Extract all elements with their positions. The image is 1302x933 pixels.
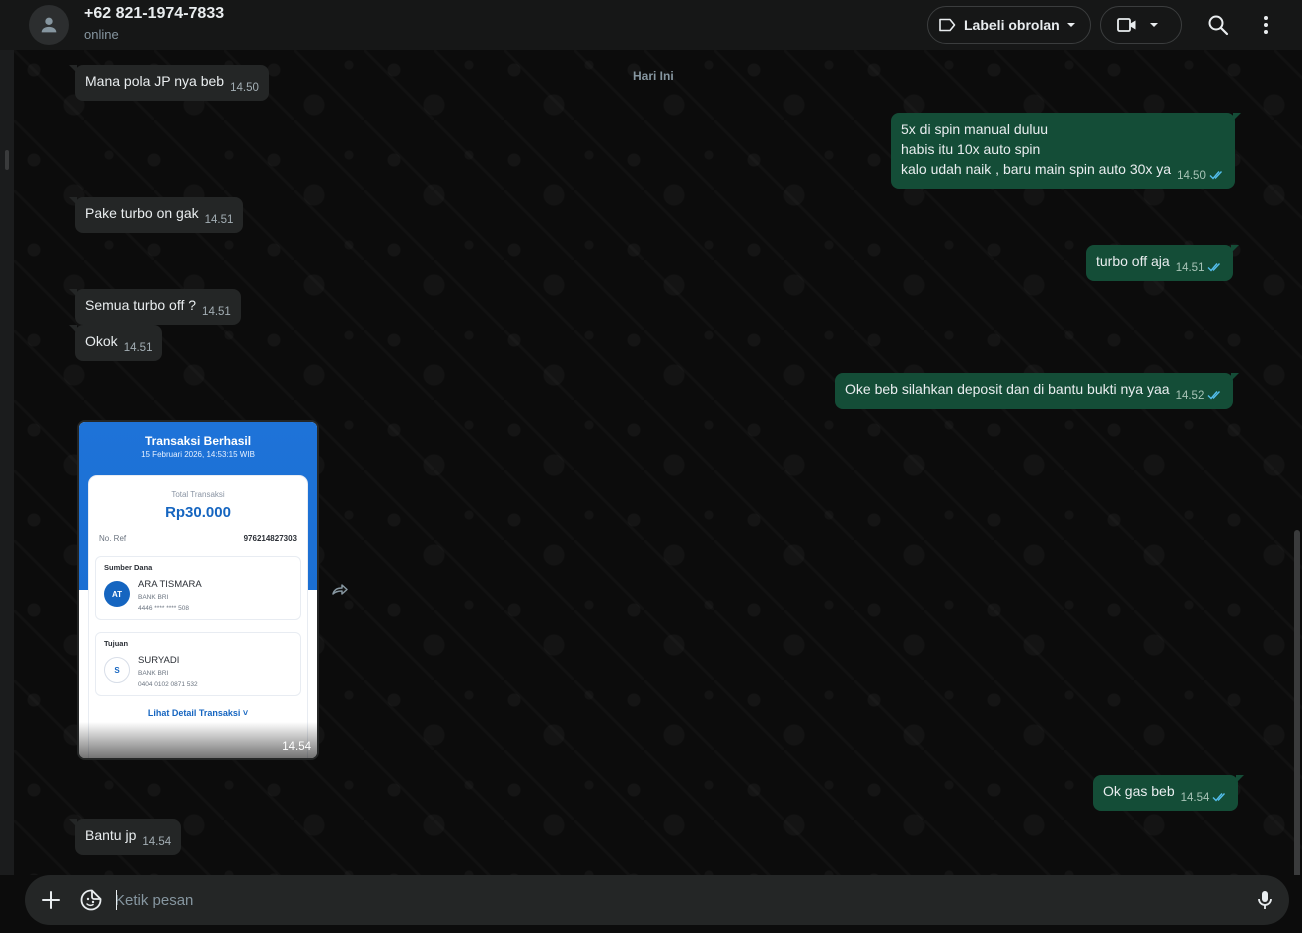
message-time: 14.50 xyxy=(1177,170,1206,182)
message-text: Oke beb silahkan deposit dan di bantu bu… xyxy=(845,381,1170,397)
message-incoming[interactable]: Mana pola JP nya beb 14.50 xyxy=(69,65,269,101)
left-rail xyxy=(0,50,14,933)
destination-account: 0404 0102 0871 532 xyxy=(138,681,198,688)
chevron-down-icon xyxy=(1150,23,1158,27)
plus-icon[interactable] xyxy=(39,888,63,912)
video-call-button[interactable] xyxy=(1100,6,1182,44)
text-caret xyxy=(116,890,117,910)
date-chip: Hari Ini xyxy=(633,69,674,83)
transfer-receipt-image[interactable]: Transaksi Berhasil 15 Februari 2026, 14:… xyxy=(79,422,317,758)
video-camera-icon xyxy=(1117,18,1136,32)
message-time: 14.52 xyxy=(1175,390,1205,402)
destination-heading: Tujuan xyxy=(104,639,129,648)
message-text: kalo udah naik , baru main spin auto 30x… xyxy=(901,161,1172,177)
read-receipt-icon xyxy=(1212,793,1226,802)
read-receipt-icon xyxy=(1207,263,1221,272)
source-heading: Sumber Dana xyxy=(104,563,153,572)
message-composer xyxy=(25,875,1289,925)
contact-status: online xyxy=(84,27,119,42)
message-text: Ok gas beb xyxy=(1103,783,1175,799)
label-chat-text: Labeli obrolan xyxy=(964,17,1060,33)
receipt-ref-label: No. Ref xyxy=(99,534,127,543)
source-bank: BANK BRI xyxy=(138,594,169,601)
rail-scroll-knob[interactable] xyxy=(5,150,9,170)
message-time: 14.51 xyxy=(123,342,153,354)
chat-panel: Hari Ini Mana pola JP nya beb 14.50 5x di… xyxy=(14,50,1302,875)
image-message[interactable]: Transaksi Berhasil 15 Februari 2026, 14:… xyxy=(77,420,319,760)
destination-initials-badge: S xyxy=(104,657,130,683)
receipt-datetime: 15 Februari 2026, 14:53:15 WIB xyxy=(141,450,255,459)
destination-name: SURYADI xyxy=(138,655,180,666)
message-time: 14.51 xyxy=(202,306,231,318)
contact-avatar[interactable] xyxy=(29,5,69,45)
receipt-source: Sumber Dana AT ARA TISMARA BANK BRI 4446… xyxy=(95,556,301,620)
message-text: Semua turbo off ? xyxy=(85,297,197,313)
source-account: 4446 **** **** 508 xyxy=(138,605,189,612)
receipt-detail-link: Lihat Detail Transaksi ˅ xyxy=(147,708,249,718)
search-icon[interactable] xyxy=(1206,13,1230,37)
message-text: Pake turbo on gak xyxy=(85,205,199,221)
more-vertical-icon[interactable] xyxy=(1256,13,1276,37)
message-outgoing[interactable]: turbo off aja 14.51 xyxy=(1086,245,1240,281)
message-time: 14.50 xyxy=(230,82,259,94)
message-incoming[interactable]: Pake turbo on gak 14.51 xyxy=(68,197,244,233)
message-time: 14.51 xyxy=(1175,262,1205,274)
label-tag-icon xyxy=(939,18,956,32)
receipt-ref-value: 976214827303 xyxy=(243,534,297,543)
message-incoming[interactable]: Bantu jp 14.54 xyxy=(68,819,182,855)
chat-scrollbar[interactable] xyxy=(1294,530,1300,875)
destination-bank: BANK BRI xyxy=(138,670,169,677)
contact-name[interactable]: +62 821-1974-7833 xyxy=(84,5,224,23)
receipt-title: Transaksi Berhasil xyxy=(144,434,252,448)
person-icon xyxy=(41,17,57,33)
message-text: Mana pola JP nya beb xyxy=(85,73,225,89)
chevron-down-icon xyxy=(1067,23,1075,27)
source-initials-badge: AT xyxy=(104,581,130,607)
forward-icon[interactable] xyxy=(330,580,350,600)
message-outgoing[interactable]: Oke beb silahkan deposit dan di bantu bu… xyxy=(835,373,1240,409)
message-time: 14.54 xyxy=(142,836,172,848)
message-incoming[interactable]: Okok 14.51 xyxy=(68,325,163,361)
message-text: Okok xyxy=(85,333,118,349)
message-text: Bantu jp xyxy=(85,827,137,843)
receipt-destination: Tujuan S SURYADI BANK BRI 0404 0102 0871… xyxy=(95,632,301,696)
message-text: 5x di spin manual duluu xyxy=(901,121,1049,137)
chat-header: +62 821-1974-7833 online Labeli obrolan xyxy=(0,0,1302,50)
read-receipt-icon xyxy=(1207,391,1221,400)
receipt-total-label: Total Transaksi xyxy=(171,490,225,499)
message-incoming[interactable]: Semua turbo off ? 14.51 xyxy=(69,289,241,325)
message-text: turbo off aja xyxy=(1096,253,1170,269)
receipt-card: Total Transaksi Rp30.000 No. Ref 9762148… xyxy=(89,476,307,758)
message-text: habis itu 10x auto spin xyxy=(901,141,1041,157)
message-time: 14.51 xyxy=(204,214,234,226)
read-receipt-icon xyxy=(1209,171,1222,180)
message-input[interactable] xyxy=(115,887,1215,913)
message-outgoing[interactable]: Ok gas beb 14.54 xyxy=(1093,775,1245,811)
message-time: 14.54 xyxy=(282,741,311,753)
message-time: 14.54 xyxy=(1180,792,1210,804)
source-name: ARA TISMARA xyxy=(138,579,202,590)
receipt-total-value: Rp30.000 xyxy=(165,504,231,521)
sticker-icon[interactable] xyxy=(79,888,103,912)
microphone-icon[interactable] xyxy=(1253,888,1277,912)
message-outgoing[interactable]: 5x di spin manual duluu habis itu 10x au… xyxy=(891,113,1241,189)
label-chat-button[interactable]: Labeli obrolan xyxy=(927,6,1091,44)
